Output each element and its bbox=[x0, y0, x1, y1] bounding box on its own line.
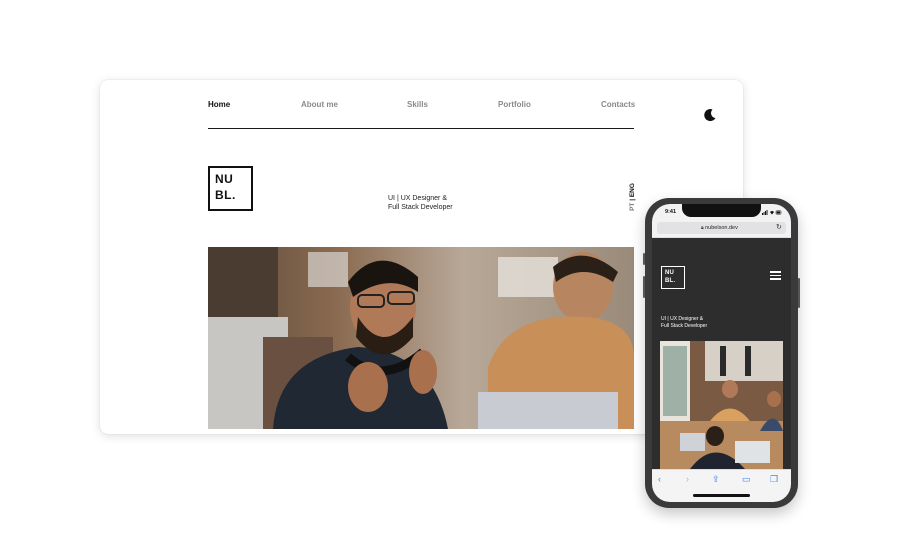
language-switcher: PT | ENG bbox=[629, 180, 639, 214]
signal-wifi-battery-icon bbox=[762, 210, 782, 215]
nav-home[interactable]: Home bbox=[208, 100, 230, 109]
url-text: nubelson.dev bbox=[705, 225, 738, 231]
mobile-tagline-line-2: Full Stack Developer bbox=[661, 323, 708, 329]
reload-icon[interactable]: ↻ bbox=[776, 223, 782, 231]
hamburger-icon[interactable] bbox=[770, 271, 781, 280]
nav-portfolio[interactable]: Portfolio bbox=[498, 100, 531, 109]
phone-power-button bbox=[798, 278, 800, 308]
nav-contacts[interactable]: Contacts bbox=[601, 100, 635, 109]
status-time: 9:41 bbox=[665, 209, 677, 215]
nav-about-me[interactable]: About me bbox=[301, 100, 338, 109]
mobile-tagline-line-1: UI | UX Designer & bbox=[661, 316, 704, 322]
nav-divider bbox=[208, 128, 634, 129]
logo-line-2: BL. bbox=[215, 188, 236, 202]
mobile-logo-line-1: NU bbox=[665, 270, 675, 276]
phone-volume-button bbox=[643, 276, 645, 298]
nav-skills[interactable]: Skills bbox=[407, 100, 428, 109]
hero-tagline: UI | UX Designer & Full Stack Developer bbox=[388, 194, 453, 212]
address-bar[interactable]: 🔒︎ nubelson.dev ↻ bbox=[657, 222, 786, 234]
top-navigation: Home About me Skills Portfolio Contacts bbox=[208, 100, 635, 114]
hero-photo bbox=[208, 247, 634, 429]
moon-icon[interactable] bbox=[703, 108, 717, 122]
forward-icon[interactable]: › bbox=[686, 475, 689, 484]
browser-toolbar: ‹ › ⇪ ▭ ❐ bbox=[652, 469, 791, 502]
home-indicator bbox=[693, 494, 750, 497]
tagline-line-1: UI | UX Designer & bbox=[388, 195, 448, 202]
mobile-site-logo[interactable]: NU BL. bbox=[661, 266, 685, 289]
lang-pt[interactable]: PT bbox=[629, 203, 636, 211]
browser-address-area: 🔒︎ nubelson.dev ↻ bbox=[652, 220, 791, 238]
mobile-tagline: UI | UX Designer & Full Stack Developer bbox=[661, 316, 707, 330]
back-icon[interactable]: ‹ bbox=[658, 475, 661, 484]
mobile-hero-photo bbox=[660, 341, 783, 469]
tabs-icon[interactable]: ❐ bbox=[770, 475, 778, 484]
phone-mute-switch bbox=[643, 253, 645, 265]
phone-notch bbox=[682, 204, 761, 217]
bookmarks-icon[interactable]: ▭ bbox=[742, 475, 751, 484]
mobile-logo-line-2: BL. bbox=[665, 278, 676, 284]
phone-mockup: 9:41 🔒︎ nubelson.dev ↻ NU BL. UI | UX De… bbox=[643, 198, 800, 508]
logo-line-1: NU bbox=[215, 172, 234, 186]
phone-screen: 9:41 🔒︎ nubelson.dev ↻ NU BL. UI | UX De… bbox=[652, 204, 791, 502]
site-logo[interactable]: NU BL. bbox=[208, 166, 253, 211]
lang-eng[interactable]: ENG bbox=[629, 183, 636, 197]
tagline-line-2: Full Stack Developer bbox=[388, 204, 453, 211]
lang-separator: | bbox=[629, 197, 636, 203]
share-icon[interactable]: ⇪ bbox=[712, 475, 720, 484]
